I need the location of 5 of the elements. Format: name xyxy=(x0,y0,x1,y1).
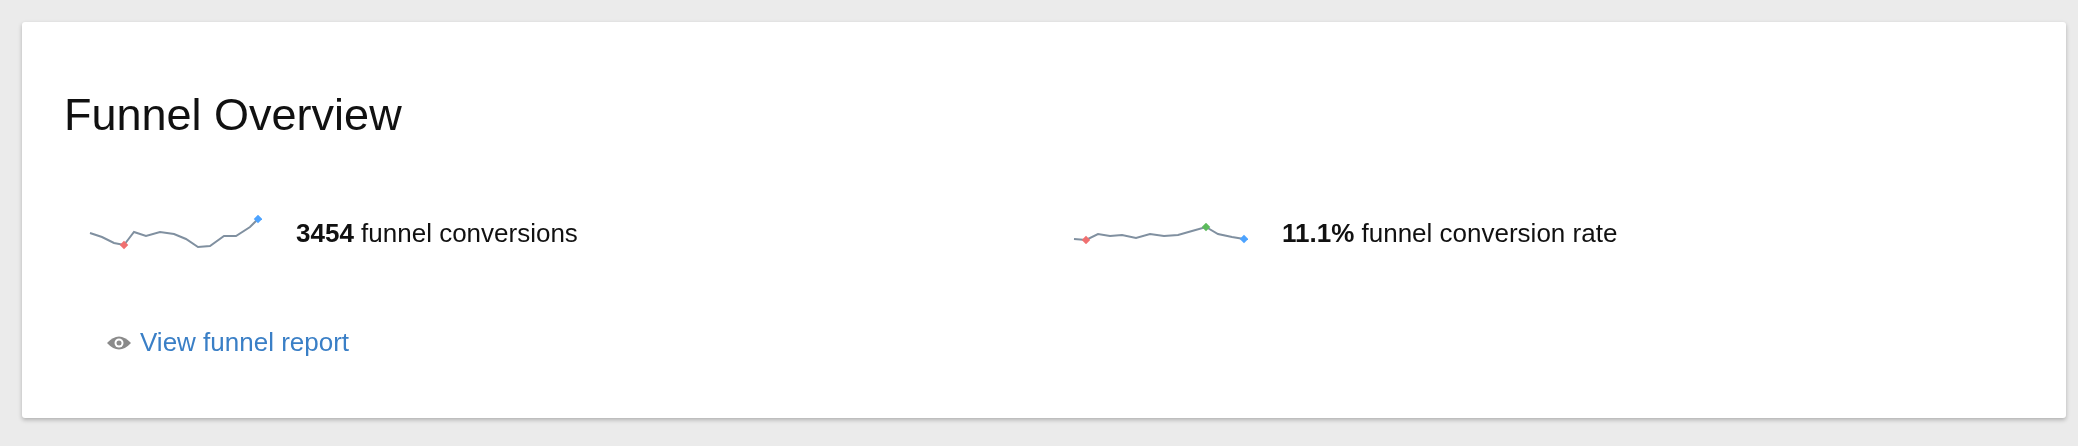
view-report-link[interactable]: View funnel report xyxy=(140,327,350,358)
metric-text: 11.1% funnel conversion rate xyxy=(1282,217,1618,249)
eye-icon xyxy=(106,334,132,351)
card-title: Funnel Overview xyxy=(64,91,403,139)
metric-text: 3454 funnel conversions xyxy=(296,217,578,249)
